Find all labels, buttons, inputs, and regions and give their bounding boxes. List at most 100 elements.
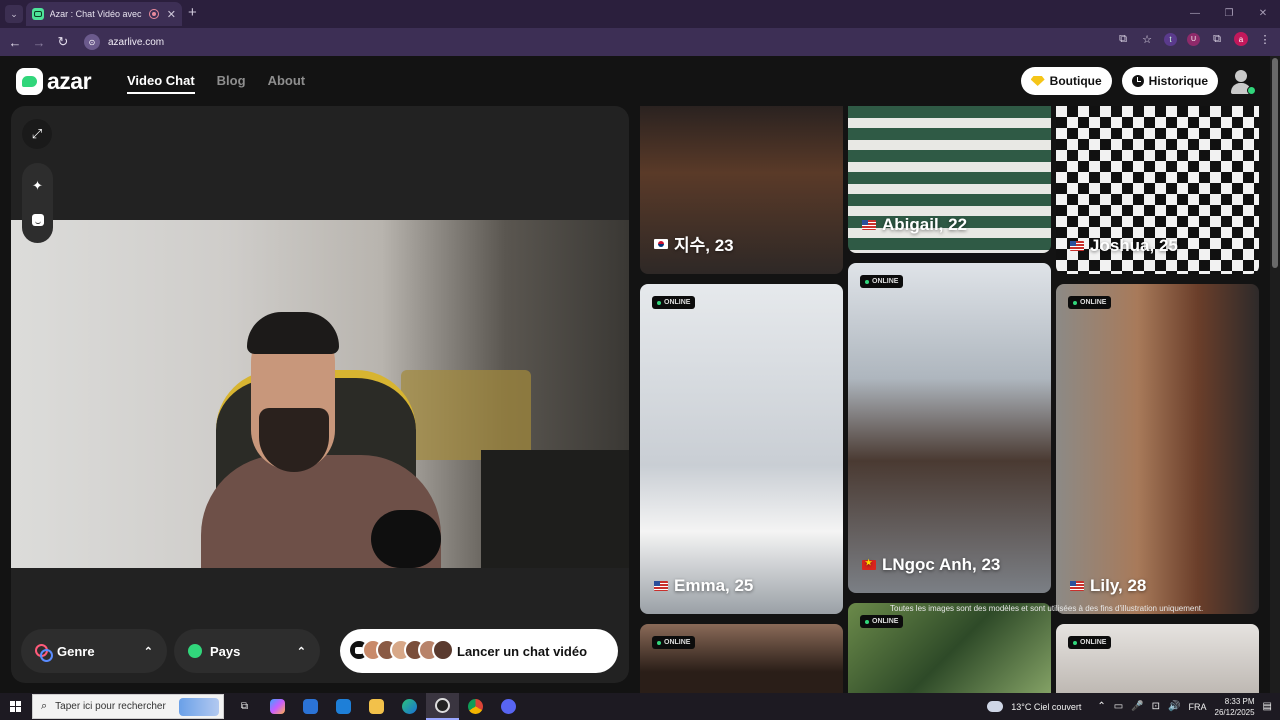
volume-icon[interactable]: 🔊 [1168, 701, 1180, 712]
tab-close-icon[interactable]: ✕ [167, 8, 176, 21]
language-indicator[interactable]: FRA [1189, 702, 1207, 712]
azar-favicon-icon [32, 8, 44, 20]
obs-app[interactable] [426, 693, 459, 720]
edge-icon [402, 699, 417, 714]
network-icon[interactable]: ▭ [1114, 701, 1123, 712]
clock-icon [1131, 75, 1144, 87]
forward-button[interactable]: → [27, 35, 51, 50]
taskbar-clock[interactable]: 8:33 PM 26/12/2025 [1215, 696, 1255, 718]
history-label: Historique [1148, 74, 1208, 88]
history-button[interactable]: Historique [1121, 67, 1218, 95]
address-bar[interactable]: ⊙ azarlive.com [80, 31, 1142, 53]
nav-video-chat[interactable]: Video Chat [127, 73, 195, 94]
profile-card[interactable]: Joshua, 25 [1056, 106, 1259, 274]
country-selector[interactable]: Pays ⌃ [174, 629, 320, 673]
expand-button[interactable]: ⤢ [22, 119, 52, 149]
profile-name: LNgọc Anh, 23 [862, 555, 1000, 575]
profile-card[interactable]: ONLINE [848, 603, 1051, 693]
launch-label: Lancer un chat vidéo [457, 644, 588, 659]
extension-u-icon[interactable]: U [1187, 32, 1200, 46]
system-tray: 13°C Ciel couvert ⌃ ▭ 🎤 ⊡ 🔊 FRA 8:33 PM … [984, 693, 1280, 720]
filters-button[interactable] [22, 203, 53, 237]
task-view-button[interactable]: ⧉ [228, 693, 261, 720]
chevron-up-icon: ⌃ [296, 645, 306, 658]
shop-label: Boutique [1049, 74, 1102, 88]
flag-kr-icon [654, 238, 668, 249]
country-label: Pays [210, 643, 241, 659]
azar-logo-icon [16, 68, 43, 95]
restore-button[interactable]: ❐ [1212, 0, 1246, 28]
nav-about[interactable]: About [268, 73, 306, 94]
shop-button[interactable]: Boutique [1020, 67, 1112, 95]
clock-time: 8:33 PM [1224, 696, 1255, 706]
weather-text[interactable]: 13°C Ciel couvert [1011, 702, 1081, 712]
flag-us-icon [654, 581, 668, 591]
profile-card[interactable]: ONLINE LNgọc Anh, 23 [848, 263, 1051, 593]
launch-avatar-stack [348, 639, 454, 661]
browser-toolbar: ← → ↻ ⊙ azarlive.com ⧉ ☆ t U ⧉ a ⋮ [0, 28, 1280, 56]
profile-card[interactable]: ONLINE [640, 624, 843, 693]
taskbar-search[interactable]: ⌕ Taper ici pour rechercher [32, 694, 224, 719]
site-info-icon[interactable]: ⊙ [84, 34, 100, 50]
mail-app[interactable] [327, 693, 360, 720]
online-badge: ONLINE [1068, 296, 1112, 309]
close-window-button[interactable]: ✕ [1246, 0, 1280, 28]
back-button[interactable]: ← [3, 35, 27, 50]
microphone-icon[interactable]: 🎤 [1131, 701, 1143, 712]
flag-us-icon [1070, 581, 1084, 591]
genre-selector[interactable]: Genre ⌃ [21, 629, 167, 673]
page-scrollbar[interactable] [1270, 56, 1280, 693]
edge-app[interactable] [393, 693, 426, 720]
extension-t-icon[interactable]: t [1164, 32, 1177, 46]
online-badge: ONLINE [1068, 636, 1112, 649]
browser-menu-icon[interactable]: ⋮ [1258, 32, 1272, 46]
install-app-icon[interactable]: ⧉ [1116, 32, 1130, 46]
discord-app[interactable] [492, 693, 525, 720]
chrome-app[interactable] [459, 693, 492, 720]
tab-title: Azar : Chat Vidéo avec de n [49, 9, 143, 19]
minimize-button[interactable]: — [1178, 0, 1212, 28]
azar-page: azar Video Chat Blog About Boutique Hist… [0, 56, 1270, 693]
profile-avatar-icon[interactable]: a [1234, 32, 1248, 46]
browser-tab[interactable]: Azar : Chat Vidéo avec de n ✕ [26, 2, 182, 26]
illustration-disclaimer: Toutes les images sont des modèles et so… [890, 604, 1204, 613]
show-hidden-icons[interactable]: ⌃ [1097, 701, 1105, 712]
tab-search-button[interactable]: ⌄ [5, 5, 23, 23]
scrollbar-thumb[interactable] [1272, 58, 1278, 268]
profile-card[interactable]: ONLINE [1056, 624, 1259, 693]
chevron-up-icon: ⌃ [143, 645, 153, 658]
avatar-thumb [432, 639, 454, 661]
display-icon[interactable]: ⊡ [1152, 701, 1160, 712]
online-status-dot [1247, 86, 1256, 95]
profile-card[interactable]: 지수, 23 [640, 106, 843, 274]
profile-card[interactable]: ONLINE Lily, 28 [1056, 284, 1259, 614]
effects-button[interactable]: ✦ [22, 169, 53, 203]
notifications-icon[interactable]: ▤ [1263, 701, 1272, 712]
nav-blog[interactable]: Blog [217, 73, 246, 94]
cloudy-weather-icon [984, 698, 1004, 712]
online-badge: ONLINE [860, 275, 904, 288]
copilot-app[interactable] [261, 693, 294, 720]
flag-us-icon [1070, 241, 1084, 251]
reload-button[interactable]: ↻ [51, 34, 75, 50]
extensions-puzzle-icon[interactable]: ⧉ [1210, 32, 1224, 46]
bookmark-star-icon[interactable]: ☆ [1140, 32, 1154, 46]
window-controls: — ❐ ✕ [1178, 0, 1280, 28]
azar-logo[interactable]: azar [16, 68, 92, 95]
profile-card[interactable]: ONLINE Emma, 25 [640, 284, 843, 614]
profile-name: Lily, 28 [1070, 576, 1146, 596]
profile-card[interactable]: Abigail, 22 [848, 106, 1051, 253]
store-app[interactable] [294, 693, 327, 720]
user-avatar[interactable] [1228, 68, 1256, 95]
flag-vn-icon [862, 558, 876, 570]
clock-date: 26/12/2025 [1214, 707, 1255, 717]
webcam-preview [11, 220, 629, 568]
chrome-icon [468, 699, 483, 714]
profile-name: Joshua, 25 [1070, 236, 1178, 256]
url-text[interactable]: azarlive.com [108, 37, 164, 48]
start-video-chat-button[interactable]: Lancer un chat vidéo [340, 629, 618, 673]
recording-icon [149, 9, 159, 19]
new-tab-button[interactable]: + [188, 5, 197, 21]
start-button[interactable] [0, 693, 30, 720]
file-explorer-app[interactable] [360, 693, 393, 720]
